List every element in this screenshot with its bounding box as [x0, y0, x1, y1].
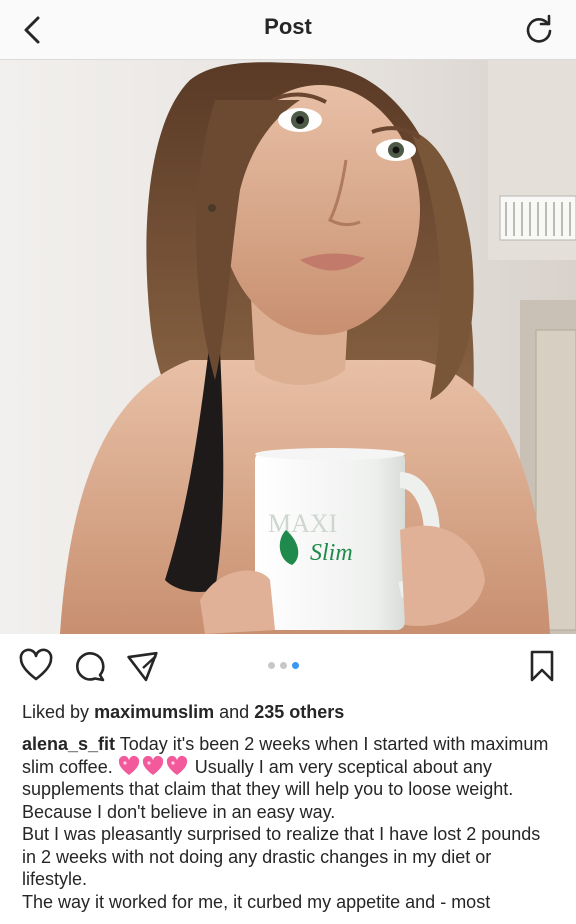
caption-paragraph-3: The way it worked for me, it curbed my a… — [22, 891, 491, 912]
post-photo-illustration: MAXI Slim — [0, 60, 576, 634]
carousel-dot-active — [292, 662, 299, 669]
mug-brand-text: MAXI — [268, 509, 337, 538]
carousel-indicator — [268, 662, 299, 669]
carousel-dot — [280, 662, 287, 669]
page-title: Post — [264, 14, 312, 39]
caption-paragraph: alena_s_fit Today it's been 2 weeks when… — [22, 733, 558, 823]
likes-prefix: Liked by — [22, 702, 90, 722]
sparkling-heart-icon — [142, 755, 163, 775]
liker-username[interactable]: maximumslim — [94, 702, 214, 722]
save-button[interactable] — [524, 648, 560, 684]
comment-button[interactable] — [72, 648, 108, 684]
likes-count[interactable]: 235 others — [254, 702, 344, 722]
carousel-dot — [268, 662, 275, 669]
comment-icon — [75, 652, 105, 682]
like-button[interactable] — [18, 648, 54, 684]
likes-connector: and — [219, 702, 250, 722]
mug-script-text: Slim — [310, 540, 353, 566]
share-icon — [127, 651, 158, 682]
caption-paragraph-2: But I was pleasantly surprised to realiz… — [22, 824, 541, 889]
likes-summary[interactable]: Liked by maximumslim and 235 others — [22, 702, 344, 723]
post-caption: alena_s_fit Today it's been 2 weeks when… — [22, 733, 558, 913]
top-nav-bar: Post — [0, 0, 576, 60]
bookmark-icon — [530, 650, 554, 682]
post-action-bar — [0, 634, 576, 698]
refresh-icon — [526, 14, 552, 43]
sparkling-heart-icon — [118, 755, 139, 775]
share-button[interactable] — [126, 648, 162, 684]
emoji-group — [118, 755, 195, 777]
sparkling-heart-icon — [166, 755, 187, 775]
caption-username[interactable]: alena_s_fit — [22, 734, 115, 754]
post-photo[interactable]: MAXI Slim — [0, 60, 576, 634]
heart-icon — [19, 648, 53, 681]
refresh-button[interactable] — [522, 12, 556, 46]
